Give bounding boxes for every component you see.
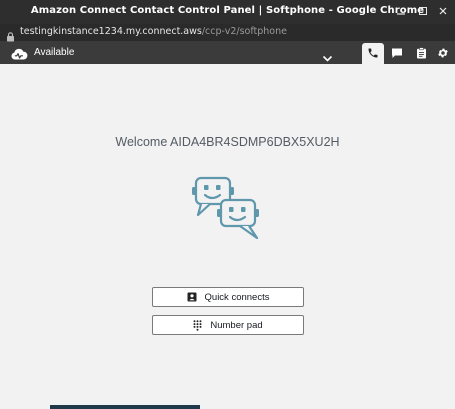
quick-connects-button[interactable]: Quick connects — [152, 287, 304, 307]
welcome-message: Welcome AIDA4BR4SDMP6DBX5XU2H — [115, 135, 340, 149]
agent-status-label[interactable]: Available — [34, 47, 74, 58]
url-path: /ccp-v2/softphone — [201, 26, 287, 37]
contact-card-icon — [187, 292, 197, 302]
cloud-status-icon — [10, 46, 28, 65]
url-text[interactable]: testingkinstance1234.my.connect.aws/ccp-… — [20, 26, 287, 37]
ccp-header: Available — [0, 42, 455, 64]
close-icon[interactable] — [437, 6, 449, 18]
gear-icon — [437, 44, 449, 63]
chat-bots-illustration-icon — [191, 176, 263, 244]
minimize-icon[interactable] — [395, 6, 407, 18]
clipboard-icon — [416, 44, 427, 63]
tab-settings[interactable] — [432, 43, 454, 64]
tab-phone[interactable] — [362, 43, 384, 64]
maximize-icon[interactable] — [417, 6, 429, 18]
chat-icon — [391, 44, 403, 63]
tab-tasks[interactable] — [410, 43, 432, 64]
tab-chat[interactable] — [386, 43, 408, 64]
url-host: testingkinstance1234.my.connect.aws — [20, 26, 202, 37]
number-pad-label: Number pad — [210, 319, 263, 331]
bottom-progress-bar — [50, 405, 200, 409]
dialpad-icon — [193, 319, 202, 331]
address-bar[interactable]: testingkinstance1234.my.connect.aws/ccp-… — [0, 24, 455, 42]
browser-window: Amazon Connect Contact Control Panel | S… — [0, 0, 455, 409]
phone-icon — [367, 44, 379, 63]
quick-connects-label: Quick connects — [204, 291, 270, 303]
number-pad-button[interactable]: Number pad — [152, 315, 304, 335]
window-title: Amazon Connect Contact Control Panel | S… — [30, 5, 425, 16]
window-titlebar: Amazon Connect Contact Control Panel | S… — [0, 0, 455, 24]
softphone-panel: Welcome AIDA4BR4SDMP6DBX5XU2H Quick conn… — [0, 64, 455, 409]
